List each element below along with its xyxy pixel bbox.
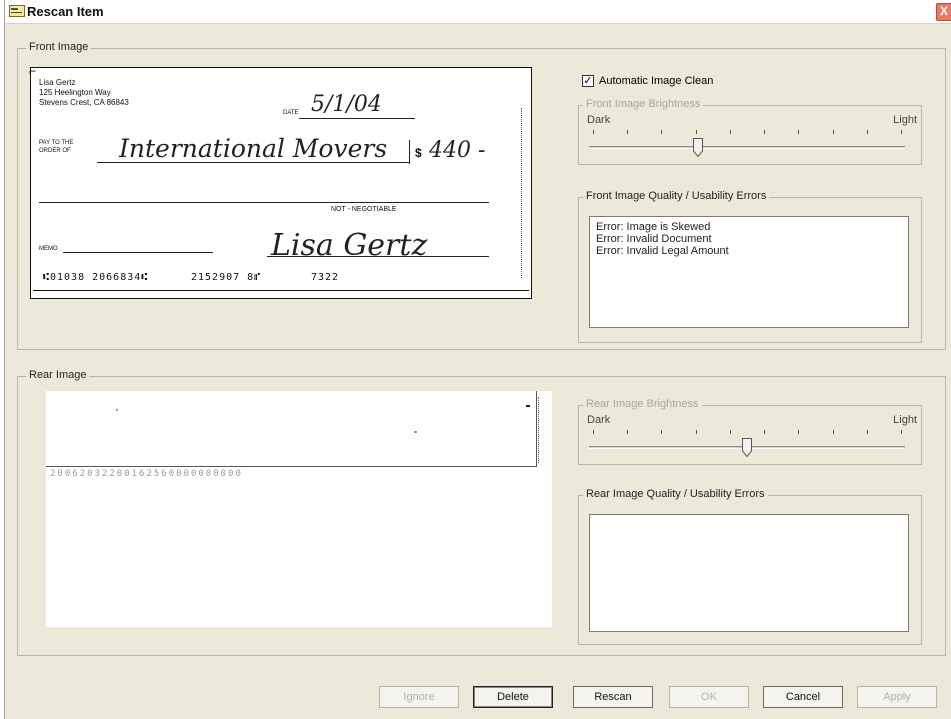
- slider-thumb[interactable]: [692, 138, 703, 157]
- close-button[interactable]: X: [936, 3, 951, 21]
- check-date-value: 5/1/04: [311, 92, 382, 117]
- rear-endorsement-text: 20062032200162560000000000: [50, 469, 243, 479]
- rear-errors-label: Rear Image Quality / Usability Errors: [583, 488, 768, 500]
- slider-tick: [798, 430, 800, 434]
- slider-tick: [627, 430, 629, 434]
- rear-brightness-label: Rear Image Brightness: [583, 398, 702, 410]
- check-payee: International Movers: [119, 134, 388, 163]
- check-signature: Lisa Gertz: [271, 228, 428, 263]
- check-dollar-sign: $: [415, 146, 422, 160]
- check-content: ⌐ Lisa Gertz 125 Heelington Way Stevens …: [29, 64, 531, 298]
- front-brightness-slider[interactable]: [589, 128, 909, 158]
- check-micr-check-number: 7322: [311, 272, 340, 283]
- rear-brightness-slider[interactable]: [589, 428, 909, 458]
- slider-tick: [729, 430, 731, 434]
- check-payer-address-1: 125 Heelington Way: [39, 88, 111, 97]
- rear-brightness-group: Rear Image Brightness Dark Light: [578, 398, 922, 465]
- rear-image-group: Rear Image 20062032200162560000000000 Re…: [17, 369, 946, 656]
- front-brightness-track[interactable]: [589, 146, 905, 149]
- close-icon: X: [939, 4, 948, 18]
- slider-tick: [901, 430, 902, 434]
- slider-tick: [764, 130, 766, 134]
- check-memo-label: MEMO: [39, 246, 58, 252]
- rear-image-group-label: Rear Image: [26, 369, 90, 381]
- check-signature-line: [267, 256, 489, 257]
- front-brightness-group: Front Image Brightness Dark Light: [578, 98, 922, 165]
- front-error-item[interactable]: Error: Invalid Legal Amount: [596, 245, 902, 257]
- slider-tick: [764, 430, 766, 434]
- front-error-item[interactable]: Error: Image is Skewed: [596, 221, 902, 233]
- slider-tick: [695, 130, 697, 134]
- slider-tick: [661, 430, 663, 434]
- automatic-image-clean-checkbox[interactable]: ✓ Automatic Image Clean: [582, 75, 713, 87]
- check-micr-account: 2152907 8⑈: [191, 272, 262, 283]
- rear-image-smudge: [414, 431, 417, 433]
- front-errors-label: Front Image Quality / Usability Errors: [583, 190, 770, 202]
- slider-tick: [627, 130, 629, 134]
- check-amount: 440 -: [429, 138, 486, 163]
- check-pay-to-label-1: PAY TO THE: [39, 140, 74, 146]
- front-brightness-dark-label: Dark: [587, 114, 611, 126]
- delete-button[interactable]: Delete: [473, 686, 553, 708]
- slider-tick: [593, 130, 594, 134]
- app-icon: [9, 5, 25, 17]
- title-bar[interactable]: Rescan Item X: [5, 0, 951, 24]
- front-error-item[interactable]: Error: Invalid Document: [596, 233, 902, 245]
- slider-tick: [832, 430, 834, 434]
- check-border-line: [33, 290, 529, 291]
- check-pay-to-label-2: ORDER OF: [39, 148, 71, 154]
- ignore-button[interactable]: Ignore: [379, 686, 459, 708]
- front-brightness-light-label: Light: [893, 114, 917, 126]
- slider-tick: [661, 130, 663, 134]
- check-payee-line: [97, 162, 409, 163]
- rear-fold-line-vertical: [536, 391, 537, 467]
- slider-tick: [866, 130, 868, 134]
- slider-tick: [593, 430, 594, 434]
- slider-tick: [798, 130, 800, 134]
- rear-errors-list[interactable]: [589, 514, 909, 632]
- check-payer-address-2: Stevens Crest, CA 86843: [39, 98, 129, 107]
- slider-tick: [866, 430, 868, 434]
- apply-button[interactable]: Apply: [857, 686, 937, 708]
- slider-tick: [901, 130, 902, 134]
- front-errors-group: Front Image Quality / Usability Errors E…: [578, 190, 922, 343]
- check-date-line: [299, 118, 415, 119]
- rear-fold-line: [46, 466, 536, 467]
- rescan-item-dialog: Rescan Item X Front Image ⌐ Lisa Gertz 1…: [4, 0, 951, 719]
- check-payer-name: Lisa Gertz: [39, 78, 76, 87]
- front-check-image: ⌐ Lisa Gertz 125 Heelington Way Stevens …: [29, 64, 532, 299]
- check-amount-box-left: [409, 140, 410, 164]
- rear-brightness-dark-label: Dark: [587, 414, 611, 426]
- rescan-button[interactable]: Rescan: [573, 686, 653, 708]
- rear-endorsement-vertical: [538, 397, 544, 463]
- slider-tick: [695, 430, 697, 434]
- rear-check-image: 20062032200162560000000000: [46, 391, 552, 627]
- slider-thumb[interactable]: [742, 438, 752, 457]
- check-not-negotiable: NOT - NEGOTIABLE: [331, 206, 397, 213]
- slider-tick: [832, 130, 834, 134]
- check-corner-mark: ⌐: [29, 64, 37, 78]
- front-brightness-label: Front Image Brightness: [583, 98, 704, 110]
- rear-image-mark: [526, 405, 530, 407]
- check-security-border: [521, 108, 527, 278]
- rear-image-smudge: [116, 409, 118, 411]
- ok-button[interactable]: OK: [669, 686, 749, 708]
- front-image-group-label: Front Image: [26, 41, 92, 53]
- rear-brightness-light-label: Light: [893, 414, 917, 426]
- check-memo-line: [63, 252, 213, 253]
- check-micr-routing: ⑆01038 2066834⑆: [43, 272, 149, 283]
- rear-errors-group: Rear Image Quality / Usability Errors: [578, 488, 922, 645]
- front-errors-list[interactable]: Error: Image is Skewed Error: Invalid Do…: [589, 216, 909, 328]
- window-title: Rescan Item: [27, 4, 104, 19]
- automatic-image-clean-label: Automatic Image Clean: [599, 75, 714, 87]
- check-mark-icon: ✓: [582, 75, 594, 87]
- slider-tick: [729, 130, 731, 134]
- front-image-group: Front Image ⌐ Lisa Gertz 125 Heelington …: [17, 41, 946, 350]
- check-written-amount-line: [39, 202, 489, 203]
- check-date-label: DATE: [283, 110, 299, 116]
- cancel-button[interactable]: Cancel: [763, 686, 843, 708]
